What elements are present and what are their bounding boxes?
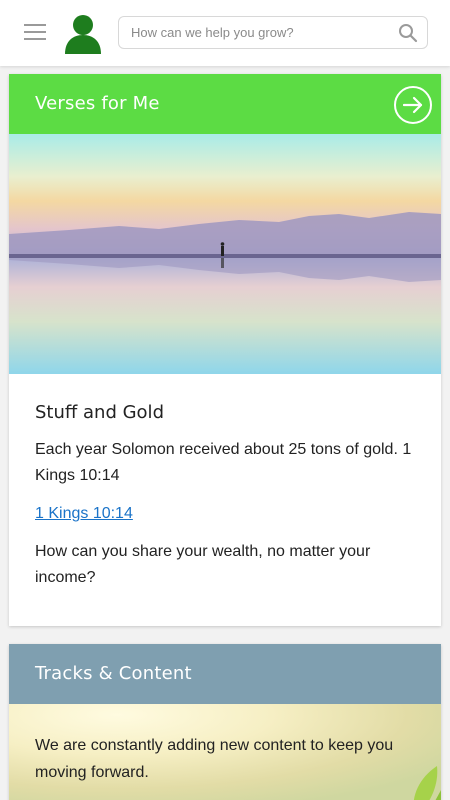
tracks-card: Tracks & Content We are constantly addin… bbox=[9, 644, 441, 800]
verses-card-body: Stuff and Gold Each year Solomon receive… bbox=[9, 374, 441, 591]
verses-card-header[interactable]: Verses for Me bbox=[9, 74, 441, 134]
entry-title: Stuff and Gold bbox=[35, 402, 164, 423]
top-app-bar bbox=[0, 0, 450, 66]
verse-reference-link[interactable]: 1 Kings 10:14 bbox=[35, 505, 133, 523]
search-box[interactable] bbox=[118, 16, 428, 49]
search-icon[interactable] bbox=[398, 23, 418, 43]
reflection-question: How can you share your wealth, no matter… bbox=[35, 543, 371, 586]
salt-flat-hero-image bbox=[9, 134, 441, 374]
verses-card-title: Verses for Me bbox=[35, 93, 160, 114]
arrow-right-circle-icon[interactable] bbox=[394, 86, 432, 124]
verses-card: Verses for Me Stuff and Gold Each year S… bbox=[9, 74, 441, 626]
tracks-description: We are constantly adding new content to … bbox=[35, 737, 394, 781]
hamburger-menu-icon[interactable] bbox=[24, 24, 46, 40]
tracks-card-title: Tracks & Content bbox=[35, 663, 192, 684]
tracks-card-header[interactable]: Tracks & Content bbox=[9, 644, 441, 704]
user-avatar-icon[interactable] bbox=[64, 14, 102, 54]
search-input[interactable] bbox=[131, 17, 391, 48]
verse-text: Each year Solomon received about 25 tons… bbox=[35, 441, 412, 484]
